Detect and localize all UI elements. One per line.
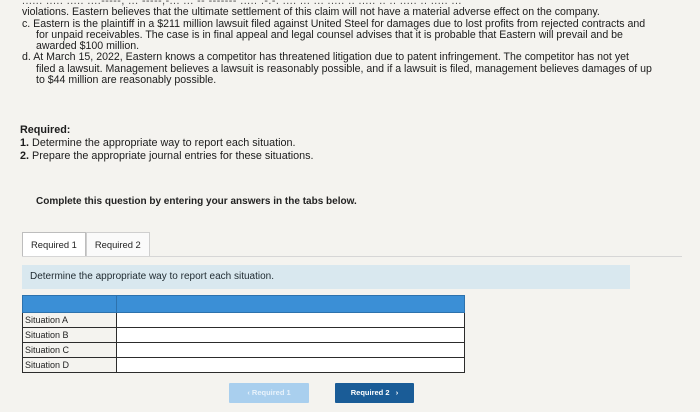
instruction-bar: Determine the appropriate way to report … xyxy=(22,265,630,289)
answer-table: Situation A Situation B Situation C Situ… xyxy=(22,295,465,373)
required-item-1: 1. Determine the appropriate way to repo… xyxy=(20,137,314,150)
situation-label: Situation B xyxy=(22,327,117,343)
tab-required-1[interactable]: Required 1 xyxy=(22,232,86,256)
required-item-1-number: 1. xyxy=(20,137,30,149)
next-button-label: Required 2 xyxy=(350,388,390,397)
situation-b-answer-input[interactable] xyxy=(116,327,465,343)
table-row: Situation C xyxy=(22,342,465,358)
situation-label: Situation C xyxy=(22,342,117,358)
table-header-row xyxy=(22,295,465,313)
table-header-answer xyxy=(116,295,465,313)
required-section: Required: 1. Determine the appropriate w… xyxy=(20,124,314,163)
required-item-2-text: Prepare the appropriate journal entries … xyxy=(32,150,314,162)
required-item-2-number: 2. xyxy=(20,150,30,162)
table-row: Situation D xyxy=(22,357,465,373)
table-row: Situation A xyxy=(22,312,465,328)
required-heading: Required: xyxy=(20,124,71,136)
chevron-left-icon: ‹ xyxy=(247,388,250,397)
situation-d-answer-input[interactable] xyxy=(116,357,465,373)
situation-c-answer-input[interactable] xyxy=(116,342,465,358)
situation-a-answer-input[interactable] xyxy=(116,312,465,328)
chevron-right-icon: › xyxy=(391,388,399,397)
item-b-tail: violations. Eastern believes that the ul… xyxy=(22,6,600,19)
table-row: Situation B xyxy=(22,327,465,343)
item-d-line-3: to $44 million are reasonably possible. xyxy=(36,74,217,87)
prev-button-label: Required 1 xyxy=(251,388,291,397)
complete-question-prompt: Complete this question by entering your … xyxy=(36,196,357,207)
required-item-2: 2. Prepare the appropriate journal entri… xyxy=(20,150,314,163)
situation-label: Situation A xyxy=(22,312,117,328)
tab-required-2[interactable]: Required 2 xyxy=(85,232,150,256)
required-item-1-text: Determine the appropriate way to report … xyxy=(32,137,296,149)
problem-text: ...... ..... ..... ....-----, ... -----,… xyxy=(22,0,692,86)
tab-bar: Required 1 Required 2 xyxy=(22,232,150,256)
table-header-label xyxy=(22,295,117,313)
situation-label: Situation D xyxy=(22,357,117,373)
next-required-button[interactable]: Required 2 › xyxy=(335,383,414,403)
prev-required-button[interactable]: ‹ Required 1 xyxy=(229,383,309,403)
